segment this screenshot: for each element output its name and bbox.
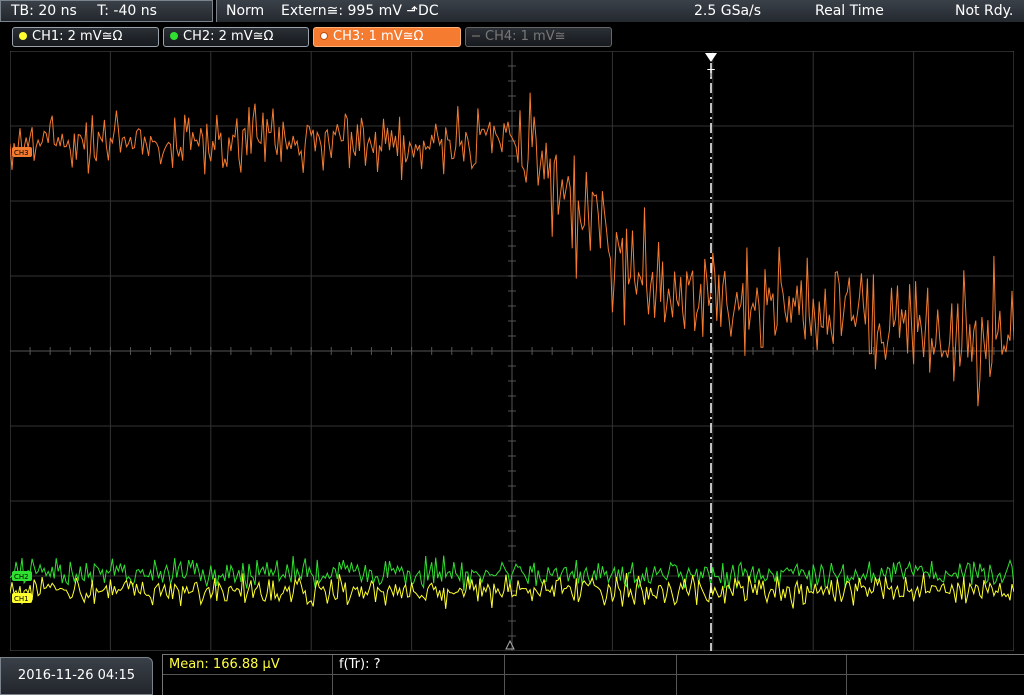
acq-mode-label: Norm [226,3,265,19]
measurement-slot-6 [163,675,333,695]
ch1-dot-icon [19,32,27,40]
status-bar[interactable]: Norm Extern≅: 995 mV ⬏DC 2.5 GSa/s Real … [216,0,1024,22]
datetime-box[interactable]: 2016-11-26 04:15 [0,657,153,695]
measurement-slot-4 [677,655,847,675]
ch2-label: CH2: 2 mV≅Ω [183,29,274,44]
mode-label: Real Time [815,3,884,19]
ch3-label: CH3: 1 mV≅Ω [333,29,424,44]
timebase-box[interactable]: TB: 20 ns T: -40 ns [0,0,213,22]
ch2-marker-label: CH2 [14,573,29,581]
mean-measurement: Mean: 166.88 µV [163,655,333,675]
channel-row: CH1: 2 mV≅Ω CH2: 2 mV≅Ω CH3: 1 mV≅Ω CH4:… [0,26,1024,48]
waveform-display[interactable]: T CH3 CH2 CH1 [10,51,1014,651]
ch1-label: CH1: 2 mV≅Ω [32,29,123,44]
trigger-marker-label: T [706,67,715,81]
measurement-slot-3 [505,655,677,675]
top-bar: TB: 20 ns T: -40 ns Norm Extern≅: 995 mV… [0,0,1024,24]
ch2-dot-icon [170,32,178,40]
trigger-source-label: Extern≅: 995 mV ⬏DC [281,3,439,19]
trigger-time-label: T: -40 ns [97,3,157,19]
ch1-offset-marker[interactable]: CH1 [12,593,32,603]
measurement-slot-5 [847,655,1024,675]
ch3-marker-label: CH3 [14,149,29,157]
state-label: Not Rdy. [955,3,1014,19]
ch1-marker-label: CH1 [14,595,29,603]
channel-button-ch2[interactable]: CH2: 2 mV≅Ω [163,27,309,47]
sample-rate-label: 2.5 GSa/s [694,3,762,19]
ch4-dash-icon [472,35,480,37]
measurement-slot-9 [677,675,847,695]
measurement-slot-10 [847,675,1024,695]
measurement-slot-8 [505,675,677,695]
ch3-dot-icon [320,32,328,40]
channel-button-ch3[interactable]: CH3: 1 mV≅Ω [313,27,461,47]
ch3-offset-marker[interactable]: CH3 [12,147,32,157]
channel-button-ch4[interactable]: CH4: 1 mV≅ [465,27,612,47]
ch4-label: CH4: 1 mV≅ [485,29,566,44]
ftr-measurement: f(Tr): ? [333,655,505,675]
measurement-panel[interactable]: Mean: 166.88 µV f(Tr): ? [162,654,1024,695]
datetime-label: 2016-11-26 04:15 [17,668,136,683]
measurement-slot-7 [333,675,505,695]
bottom-bar: 2016-11-26 04:15 Mean: 166.88 µV f(Tr): … [0,654,1024,695]
timebase-label: TB: 20 ns [11,3,77,19]
ch2-offset-marker[interactable]: CH2 [12,571,32,581]
channel-button-ch1[interactable]: CH1: 2 mV≅Ω [12,27,159,47]
